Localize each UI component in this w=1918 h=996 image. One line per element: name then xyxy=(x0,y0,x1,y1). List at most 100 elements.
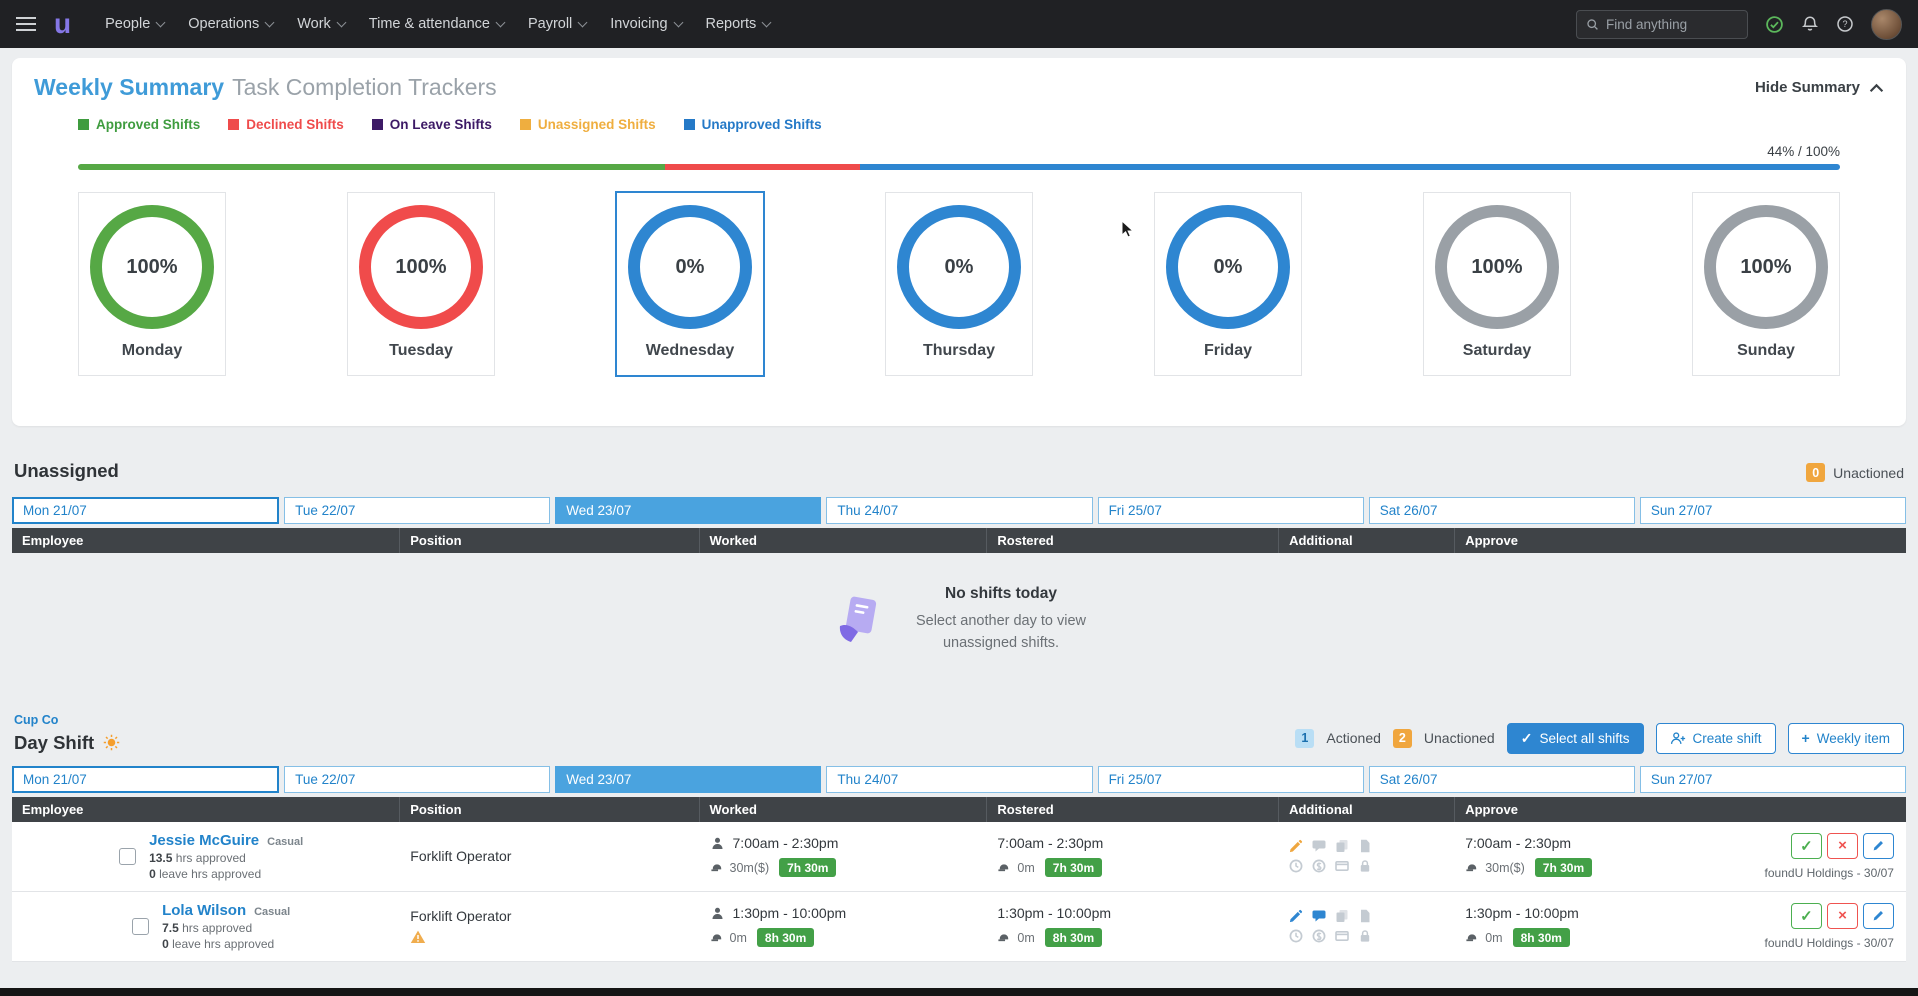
ring-percent: 100% xyxy=(1740,256,1791,279)
day-tracker-thursday[interactable]: 0%Thursday xyxy=(885,192,1033,376)
ring-percent: 0% xyxy=(676,256,705,279)
chevron-up-icon xyxy=(1869,83,1884,93)
edit-note-icon[interactable] xyxy=(1289,839,1303,853)
pencil-icon xyxy=(1872,839,1885,852)
day-tab-wed[interactable]: Wed 23/07 xyxy=(555,766,821,793)
decline-shift-button[interactable]: × xyxy=(1827,903,1858,929)
nav-menu-label: People xyxy=(105,16,150,32)
nav-menu-time-attendance[interactable]: Time & attendance xyxy=(361,10,512,38)
day-tab-fri[interactable]: Fri 25/07 xyxy=(1098,766,1364,793)
comment-icon[interactable] xyxy=(1312,839,1326,853)
row-checkbox[interactable] xyxy=(132,918,149,935)
progress-ring: 100% xyxy=(90,205,214,329)
file-icon[interactable] xyxy=(1358,839,1372,853)
day-label: Friday xyxy=(1204,342,1252,360)
approve-shift-button[interactable]: ✓ xyxy=(1791,903,1822,929)
unassigned-section: Unassigned 0 Unactioned Mon 21/07 Tue 22… xyxy=(0,460,1918,697)
column-header-rostered: Rostered xyxy=(987,797,1279,822)
day-tab-sat[interactable]: Sat 26/07 xyxy=(1369,497,1635,524)
day-tab-mon[interactable]: Mon 21/07 xyxy=(12,497,279,524)
day-tab-thu[interactable]: Thu 24/07 xyxy=(826,766,1092,793)
money-icon[interactable] xyxy=(1312,929,1326,943)
edit-shift-button[interactable] xyxy=(1863,833,1894,859)
empty-state-text: Select another day to view xyxy=(916,610,1086,632)
nav-menu-invoicing[interactable]: Invoicing xyxy=(602,10,689,38)
day-tracker-tuesday[interactable]: 100%Tuesday xyxy=(347,192,495,376)
edit-note-icon[interactable] xyxy=(1289,909,1303,923)
top-navigation: u People Operations Work Time & attendan… xyxy=(0,0,1918,48)
create-shift-button[interactable]: Create shift xyxy=(1656,723,1776,754)
qualification-icon[interactable] xyxy=(1335,839,1349,853)
clock-icon[interactable] xyxy=(1289,929,1303,943)
progress-segment-unapproved xyxy=(860,164,1840,170)
day-tab-fri[interactable]: Fri 25/07 xyxy=(1098,497,1364,524)
user-avatar[interactable] xyxy=(1871,9,1902,40)
chevron-down-icon xyxy=(336,17,346,27)
day-tracker-saturday[interactable]: 100%Saturday xyxy=(1423,192,1571,376)
select-all-shifts-button[interactable]: ✓Select all shifts xyxy=(1507,723,1644,754)
approve-shift-button[interactable]: ✓ xyxy=(1791,833,1822,859)
row-checkbox[interactable] xyxy=(119,848,136,865)
employee-name-link[interactable]: Jessie McGuire xyxy=(149,832,259,849)
nav-menu-payroll[interactable]: Payroll xyxy=(520,10,594,38)
chevron-down-icon xyxy=(673,17,683,27)
unactioned-count-badge: 0 xyxy=(1806,463,1825,482)
card-icon[interactable] xyxy=(1335,929,1349,943)
worked-time: 7:00am - 2:30pm xyxy=(733,835,839,851)
day-tab-tue[interactable]: Tue 22/07 xyxy=(284,497,550,524)
money-icon[interactable] xyxy=(1312,859,1326,873)
nav-menu-people[interactable]: People xyxy=(97,10,172,38)
help-icon[interactable]: ? xyxy=(1836,15,1854,33)
day-tab-thu[interactable]: Thu 24/07 xyxy=(826,497,1092,524)
summary-legend: Approved Shifts Declined Shifts On Leave… xyxy=(78,117,1840,132)
card-icon[interactable] xyxy=(1335,859,1349,873)
search-input[interactable] xyxy=(1606,17,1738,32)
notifications-bell-icon[interactable] xyxy=(1801,15,1819,33)
break-icon xyxy=(1465,931,1479,945)
clock-icon[interactable] xyxy=(1289,859,1303,873)
day-tab-sat[interactable]: Sat 26/07 xyxy=(1369,766,1635,793)
legend-label: On Leave Shifts xyxy=(390,117,492,132)
day-tracker-monday[interactable]: 100%Monday xyxy=(78,192,226,376)
unassigned-table-header: Employee Position Worked Rostered Additi… xyxy=(12,528,1906,553)
foundu-logo[interactable]: u xyxy=(54,11,71,36)
company-name: Cup Co xyxy=(14,713,120,727)
progress-ring: 0% xyxy=(1166,205,1290,329)
worked-time: 1:30pm - 10:00pm xyxy=(733,905,847,921)
day-tab-mon[interactable]: Mon 21/07 xyxy=(12,766,279,793)
status-check-icon[interactable] xyxy=(1765,15,1784,34)
day-tab-tue[interactable]: Tue 22/07 xyxy=(284,766,550,793)
summary-title: Weekly Summary xyxy=(34,74,224,100)
file-icon[interactable] xyxy=(1358,909,1372,923)
day-tab-sun[interactable]: Sun 27/07 xyxy=(1640,766,1906,793)
worked-break: 0m xyxy=(730,931,747,945)
day-tab-sun[interactable]: Sun 27/07 xyxy=(1640,497,1906,524)
check-icon: ✓ xyxy=(1521,730,1533,747)
global-search[interactable] xyxy=(1576,10,1748,39)
nav-menu-work[interactable]: Work xyxy=(289,10,353,38)
legend-swatch xyxy=(520,119,531,130)
lock-icon[interactable] xyxy=(1358,929,1372,943)
day-shift-day-tabs: Mon 21/07 Tue 22/07 Wed 23/07 Thu 24/07 … xyxy=(12,766,1906,793)
comment-icon[interactable] xyxy=(1312,909,1326,923)
progress-ring: 0% xyxy=(897,205,1021,329)
nav-menu-reports[interactable]: Reports xyxy=(698,10,779,38)
weekly-item-button[interactable]: +Weekly item xyxy=(1788,723,1904,754)
day-tracker-sunday[interactable]: 100%Sunday xyxy=(1692,192,1840,376)
day-tracker-wednesday[interactable]: 0%Wednesday xyxy=(616,192,764,376)
hide-summary-button[interactable]: Hide Summary xyxy=(1755,79,1884,96)
warning-icon[interactable] xyxy=(410,929,699,945)
hamburger-menu-icon[interactable] xyxy=(16,17,36,31)
qualification-icon[interactable] xyxy=(1335,909,1349,923)
day-tab-wed[interactable]: Wed 23/07 xyxy=(555,497,821,524)
legend-label: Unassigned Shifts xyxy=(538,117,656,132)
employee-name-link[interactable]: Lola Wilson xyxy=(162,902,246,919)
edit-shift-button[interactable] xyxy=(1863,903,1894,929)
ring-percent: 100% xyxy=(126,256,177,279)
day-tracker-friday[interactable]: 0% Friday xyxy=(1154,192,1302,376)
lock-icon[interactable] xyxy=(1358,859,1372,873)
nav-menu-operations[interactable]: Operations xyxy=(180,10,281,38)
legend-label: Declined Shifts xyxy=(246,117,344,132)
decline-shift-button[interactable]: × xyxy=(1827,833,1858,859)
weekly-item-label: Weekly item xyxy=(1817,731,1890,746)
